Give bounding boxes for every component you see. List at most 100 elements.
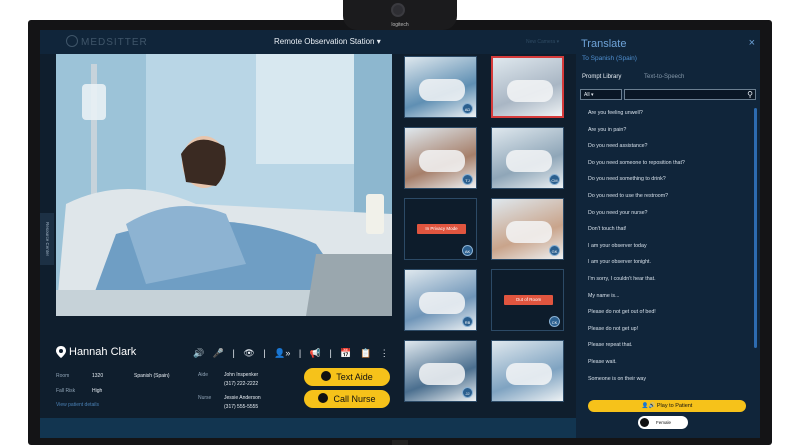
megaphone-icon[interactable]: 📢 — [310, 348, 321, 358]
patient-initials-badge: AD — [462, 103, 473, 114]
call-nurse-button[interactable]: Call Nurse — [304, 390, 390, 408]
mic-muted-icon[interactable]: 🎤 — [213, 348, 224, 358]
patient-preview — [506, 363, 552, 385]
prompt-list: Are you feeling unwell? Are you in pain? D… — [576, 105, 760, 387]
fall-risk-value: High — [92, 388, 103, 394]
language-value: Spanish (Spain) — [134, 373, 170, 379]
camera-thumbnail[interactable]: In Privacy Mode AK — [404, 198, 477, 260]
top-bar: MEDSITTER Remote Observation Station ▾ N… — [40, 30, 576, 54]
prompt-item[interactable]: Someone is on their way — [576, 371, 760, 388]
tab-prompt-library[interactable]: Prompt Library — [582, 74, 621, 80]
prompt-item[interactable]: Please do not get out of bed! — [576, 304, 760, 321]
separator: | — [329, 348, 332, 358]
voice-label: Female — [656, 420, 672, 425]
nurse-phone: (317) 555-5555 — [224, 404, 259, 410]
tab-text-to-speech[interactable]: Text-to-Speech — [644, 74, 684, 80]
eye-icon[interactable]: 👁 — [243, 348, 254, 358]
toggle-knob — [640, 418, 649, 427]
transfer-user-icon[interactable]: 👤» — [274, 348, 290, 358]
text-aide-button[interactable]: Text Aide — [304, 368, 390, 386]
camera-thumbnail[interactable]: TJ — [404, 127, 477, 189]
notes-icon[interactable]: 📋 — [360, 348, 371, 358]
prompt-item[interactable]: Don't touch that! — [576, 221, 760, 238]
webcam-lens — [391, 3, 405, 17]
play-to-patient-button[interactable]: 👤🔊 Play to Patient — [588, 400, 746, 412]
patient-initials-badge: CM — [549, 174, 560, 185]
prompt-item[interactable]: I am your observer today — [576, 238, 760, 255]
camera-thumbnail[interactable]: JJ — [404, 340, 477, 402]
scrollbar[interactable] — [754, 108, 757, 348]
nurse-name: Jessie Anderson — [224, 395, 261, 401]
camera-thumbnail[interactable]: CM — [491, 127, 564, 189]
main-video-feed[interactable]: A ⊖ ✥ ⌂ ⊕ — [56, 54, 392, 316]
prompt-item[interactable]: I am your observer tonight. — [576, 254, 760, 271]
prompt-item[interactable]: I'm sorry, I couldn't hear that. — [576, 271, 760, 288]
room-value: 1320 — [92, 373, 104, 379]
close-icon[interactable]: × — [749, 37, 755, 49]
separator: | — [263, 348, 266, 358]
prompt-item[interactable]: My name is... — [576, 288, 760, 305]
patient-preview — [506, 150, 552, 172]
play-button-label: Play to Patient — [656, 403, 693, 409]
prompt-item[interactable]: Please do not get up! — [576, 321, 760, 338]
search-icon[interactable]: ⚲ — [744, 89, 756, 100]
camera-thumbnail-grid: AD TJ CM In Privacy Mode AK GK RB Out of Room CK… — [404, 54, 576, 438]
logo-text: MEDSITTER — [81, 37, 148, 48]
camera-thumbnail[interactable]: RB — [404, 269, 477, 331]
text-aide-label: Text Aide — [336, 372, 373, 382]
camera-thumbnail[interactable] — [491, 340, 564, 402]
target-language[interactable]: To Spanish (Spain) — [582, 55, 637, 62]
bottom-bar — [40, 418, 576, 438]
camera-thumbnail[interactable] — [491, 56, 564, 118]
aide-label: Aide — [198, 372, 209, 378]
user-audio-icon: 👤🔊 — [641, 403, 657, 409]
patient-preview — [507, 80, 553, 102]
camera-thumbnail[interactable]: GK — [491, 198, 564, 260]
patient-name: Hannah Clark — [69, 346, 137, 358]
location-pin-icon — [56, 346, 66, 358]
prompt-item[interactable]: Do you need your nurse? — [576, 205, 760, 222]
prompt-item[interactable]: Are you in pain? — [576, 122, 760, 139]
speaker-icon[interactable]: 🔊 — [193, 348, 204, 358]
chevron-down-icon: ▾ — [590, 92, 594, 98]
patient-initials-badge: AK — [462, 245, 473, 256]
translate-title: Translate — [581, 38, 627, 50]
app-screen: MEDSITTER Remote Observation Station ▾ N… — [40, 30, 760, 438]
more-icon[interactable]: ⋮ — [380, 348, 389, 358]
fall-risk-label: Fall Risk — [56, 388, 76, 394]
camera-thumbnail[interactable]: AD — [404, 56, 477, 118]
prompt-item[interactable]: Do you need assistance? — [576, 138, 760, 155]
category-select[interactable]: All ▾ — [580, 89, 622, 100]
prompt-item[interactable]: Do you need to use the restroom? — [576, 188, 760, 205]
new-camera-button[interactable]: New Camera ▾ — [526, 39, 559, 45]
prompt-item[interactable]: Please repeat that. — [576, 337, 760, 354]
resource-center-tab[interactable]: Resource Center — [40, 213, 54, 265]
prompt-item[interactable]: Please wait. — [576, 354, 760, 371]
station-selector[interactable]: Remote Observation Station ▾ — [274, 37, 381, 46]
logo-icon — [66, 35, 78, 47]
prompt-search-input[interactable] — [624, 89, 756, 100]
app-logo: MEDSITTER — [66, 35, 148, 48]
webcam: logitech — [343, 0, 457, 30]
patient-initials-badge: TJ — [462, 174, 473, 185]
aide-phone: (317) 222-2222 — [224, 381, 259, 387]
patient-preview — [419, 79, 465, 101]
prompt-item[interactable]: Do you need someone to reposition that? — [576, 155, 760, 172]
chat-icon — [321, 371, 332, 381]
patient-preview — [419, 363, 465, 385]
prompt-item[interactable]: Are you feeling unwell? — [576, 105, 760, 122]
patient-initials-badge: GK — [549, 245, 560, 256]
voice-toggle[interactable]: Female — [638, 416, 688, 429]
monitor-stand — [392, 440, 408, 445]
calendar-icon[interactable]: 📅 — [340, 348, 351, 358]
category-select-value: All — [584, 92, 590, 98]
patient-video — [56, 54, 392, 316]
view-patient-details-link[interactable]: View patient details — [56, 402, 99, 408]
chevron-down-icon: ▾ — [376, 37, 381, 46]
camera-thumbnail[interactable]: Out of Room CK — [491, 269, 564, 331]
call-nurse-label: Call Nurse — [333, 394, 376, 404]
prompt-item[interactable]: Do you need something to drink? — [576, 171, 760, 188]
patient-initials-badge: CK — [549, 316, 560, 327]
room-label: Room — [56, 373, 70, 379]
separator: | — [232, 348, 235, 358]
